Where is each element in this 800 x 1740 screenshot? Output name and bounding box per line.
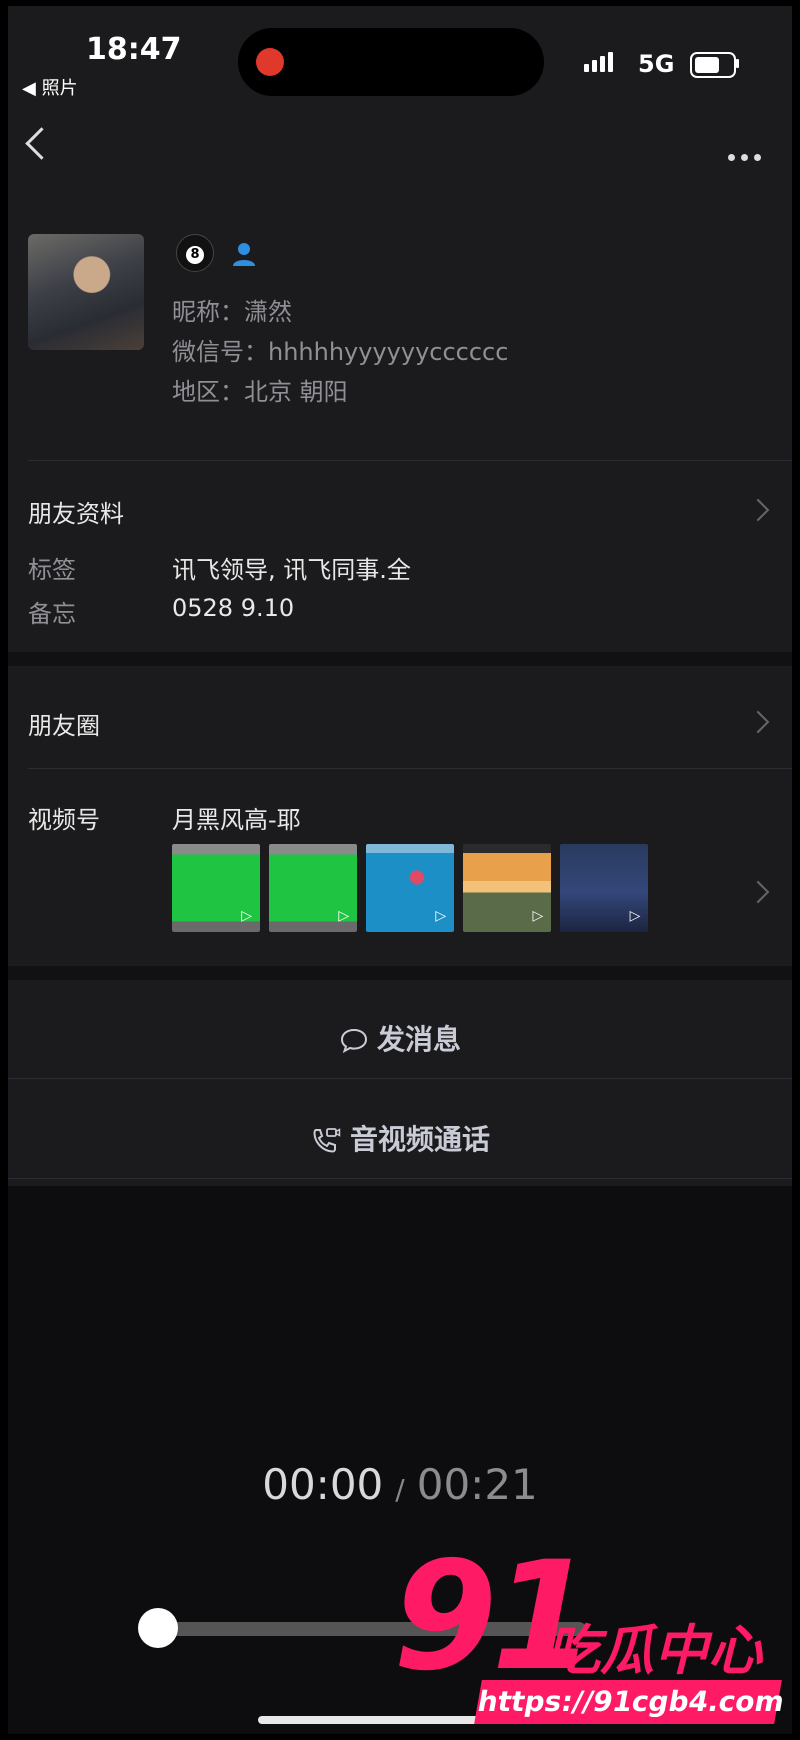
play-icon: ▷ bbox=[435, 908, 447, 924]
chevron-right-icon bbox=[746, 710, 770, 734]
channels-title[interactable]: 视频号 bbox=[28, 800, 100, 835]
wechat-id: 微信号：hhhhhyyyyyycccccc bbox=[172, 338, 509, 366]
divider bbox=[8, 1178, 792, 1179]
playback-timer: 00:00 / 00:21 bbox=[8, 1460, 792, 1509]
chat-bubble-icon bbox=[340, 1028, 367, 1054]
total-duration: 00:21 bbox=[416, 1460, 538, 1509]
more-options-button[interactable] bbox=[728, 146, 767, 165]
current-time: 00:00 bbox=[262, 1460, 384, 1509]
video-thumbnail[interactable]: ▷ bbox=[366, 844, 455, 932]
profile-screen: 18:47 ◀ 照片 5G 8 昵称：潇然 微信号：hhhhhyyyyyyccc… bbox=[8, 6, 792, 1734]
signal-icon bbox=[584, 52, 616, 72]
avatar[interactable] bbox=[28, 234, 144, 350]
video-thumbnail[interactable]: ▷ bbox=[463, 844, 552, 932]
section-gap bbox=[8, 966, 792, 980]
back-to-app-link[interactable]: ◀ 照片 bbox=[22, 74, 78, 100]
divider bbox=[28, 768, 792, 769]
play-icon: ▷ bbox=[241, 908, 252, 924]
audio-video-call-label: 音视频通话 bbox=[349, 1123, 490, 1156]
tags-value: 讯飞领导, 讯飞同事.全 bbox=[172, 556, 411, 584]
play-icon: ▷ bbox=[338, 908, 350, 924]
video-thumbnail[interactable]: ▷ bbox=[560, 844, 649, 932]
watermark-url: https://91cgb4.com bbox=[474, 1680, 787, 1724]
moments-row[interactable]: 朋友圈 bbox=[28, 706, 100, 741]
friend-info-title[interactable]: 朋友资料 bbox=[28, 494, 124, 529]
memo-label: 备忘 bbox=[28, 600, 76, 628]
battery-icon bbox=[690, 52, 736, 78]
play-icon: ▷ bbox=[629, 908, 641, 924]
channel-thumbnails[interactable]: ▷ ▷ ▷ ▷ ▷ bbox=[172, 844, 652, 936]
time-separator: / bbox=[395, 1473, 405, 1506]
video-thumbnail[interactable]: ▷ bbox=[172, 844, 260, 932]
play-icon: ▷ bbox=[532, 908, 544, 924]
region: 地区：北京 朝阳 bbox=[172, 378, 348, 406]
chevron-right-icon bbox=[746, 880, 770, 904]
network-type: 5G bbox=[638, 50, 675, 78]
tags-label: 标签 bbox=[28, 556, 76, 584]
phone-video-icon bbox=[313, 1128, 341, 1153]
audio-video-call-button[interactable]: 音视频通话 bbox=[8, 1118, 792, 1158]
send-message-button[interactable]: 发消息 bbox=[8, 1018, 792, 1058]
memo-value: 0528 9.10 bbox=[172, 594, 295, 622]
video-thumbnail[interactable]: ▷ bbox=[269, 844, 358, 932]
divider bbox=[8, 1078, 792, 1079]
nickname: 昵称：潇然 bbox=[172, 298, 292, 326]
chevron-right-icon bbox=[746, 498, 770, 522]
record-indicator-icon bbox=[256, 48, 284, 76]
send-message-label: 发消息 bbox=[376, 1023, 461, 1056]
progress-slider-handle[interactable] bbox=[138, 1608, 178, 1648]
battery-tip bbox=[736, 59, 739, 68]
status-time: 18:47 bbox=[86, 32, 182, 67]
section-gap bbox=[8, 652, 792, 666]
divider bbox=[28, 460, 792, 461]
channels-name: 月黑风高-耶 bbox=[172, 806, 301, 834]
watermark-text: 吃瓜中心 bbox=[546, 1619, 762, 1682]
badge-number: 8 bbox=[186, 246, 204, 264]
person-icon bbox=[233, 243, 255, 266]
back-button[interactable] bbox=[25, 127, 58, 160]
billiard-ball-icon: 8 bbox=[176, 234, 214, 272]
